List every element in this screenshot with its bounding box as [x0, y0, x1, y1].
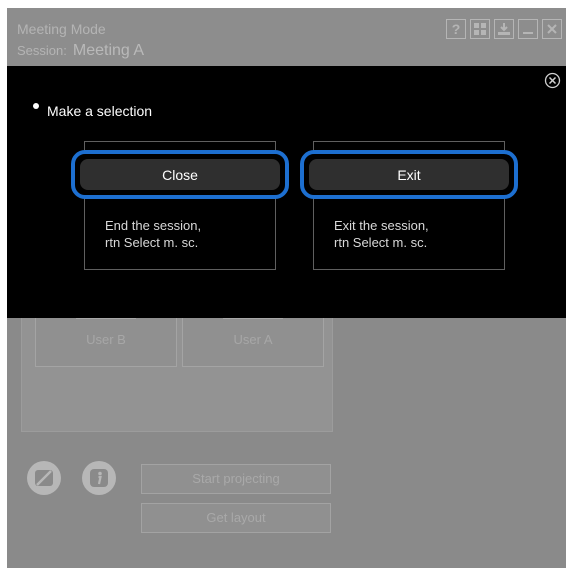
exit-session-button[interactable]: Exit	[300, 150, 518, 199]
session-label: Session:	[17, 43, 67, 58]
dialog-prompt: Make a selection	[47, 103, 153, 119]
session-name: Meeting A	[72, 42, 145, 59]
selection-dialog: Make a selection Close End the session, …	[7, 66, 566, 318]
help-icon[interactable]: ?	[446, 19, 466, 39]
title-bar: Meeting Mode Session: Meeting A ?	[7, 8, 566, 66]
session-info: Session: Meeting A	[17, 42, 144, 60]
option-description: Exit the session, rtn Select m. sc.	[334, 217, 429, 251]
user-name: User A	[233, 332, 273, 347]
minimize-icon[interactable]	[518, 19, 538, 39]
close-session-button-label: Close	[80, 159, 280, 190]
option-card-close: Close End the session, rtn Select m. sc.	[71, 141, 289, 270]
user-tile-a[interactable]: User A	[182, 310, 324, 367]
close-icon[interactable]	[542, 19, 562, 39]
option-card-exit: Exit Exit the session, rtn Select m. sc.	[300, 141, 518, 270]
close-session-button[interactable]: Close	[71, 150, 289, 199]
window-title: Meeting Mode	[17, 21, 106, 37]
title-bar-controls: ?	[446, 19, 562, 39]
option-description-line: rtn Select m. sc.	[105, 235, 199, 250]
user-tile-b[interactable]: User B	[35, 310, 177, 367]
bullet-icon	[33, 103, 39, 109]
option-description-line: End the session,	[105, 218, 202, 233]
option-description-line: rtn Select m. sc.	[334, 235, 428, 250]
get-layout-button[interactable]: Get layout	[141, 503, 331, 533]
dialog-close-icon[interactable]	[544, 72, 561, 89]
info-icon[interactable]	[82, 461, 116, 495]
user-name: User B	[86, 332, 126, 347]
start-projecting-button[interactable]: Start projecting	[141, 464, 331, 494]
mute-display-icon[interactable]	[27, 461, 61, 495]
grid-layout-icon[interactable]	[470, 19, 490, 39]
option-description-line: Exit the session,	[334, 218, 429, 233]
exit-session-button-label: Exit	[309, 159, 509, 190]
download-icon[interactable]	[494, 19, 514, 39]
option-description: End the session, rtn Select m. sc.	[105, 217, 201, 251]
